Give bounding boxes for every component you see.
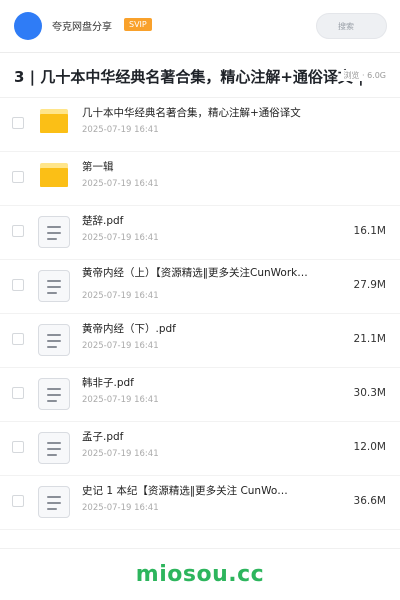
list-item[interactable]: 韩非子.pdf 2025-07-19 16:41 30.3M bbox=[0, 367, 400, 422]
file-name: 几十本中华经典名著合集，精心注解+通俗译文 bbox=[82, 107, 301, 119]
folder-icon bbox=[40, 163, 68, 187]
select-checkbox[interactable] bbox=[12, 279, 24, 291]
top-bar: 夸克网盘分享 SVIP 搜索 bbox=[0, 0, 400, 53]
select-checkbox[interactable] bbox=[12, 171, 24, 183]
file-date: 2025-07-19 16:41 bbox=[82, 125, 159, 135]
document-icon bbox=[38, 216, 70, 248]
account-name: 夸克网盘分享 bbox=[52, 22, 112, 33]
list-item[interactable]: 楚辞.pdf 2025-07-19 16:41 16.1M bbox=[0, 205, 400, 260]
document-icon bbox=[38, 270, 70, 302]
list-item[interactable]: 黄帝内经（下）.pdf 2025-07-19 16:41 21.1M bbox=[0, 313, 400, 368]
folder-meta: 浏览 · 6.0G bbox=[341, 70, 386, 81]
document-icon bbox=[38, 486, 70, 518]
file-name: 黄帝内经（下）.pdf bbox=[82, 323, 176, 335]
file-size: 21.1M bbox=[353, 333, 386, 345]
select-checkbox[interactable] bbox=[12, 333, 24, 345]
file-name: 黄帝内经（上）【资源精选‖更多关注CunWork… bbox=[82, 267, 308, 279]
file-name: 第一辑 bbox=[82, 161, 114, 173]
folder-icon bbox=[40, 109, 68, 133]
watermark: miosou.cc bbox=[135, 562, 265, 587]
list-item[interactable]: 几十本中华经典名著合集，精心注解+通俗译文 2025-07-19 16:41 bbox=[0, 97, 400, 152]
file-date: 2025-07-19 16:41 bbox=[82, 395, 159, 405]
folder-title-bar: 3 | 几十本中华经典名著合集，精心注解+通俗译文 | 浏览 · 6.0G bbox=[0, 53, 400, 98]
file-size: 36.6M bbox=[353, 495, 386, 507]
list-item[interactable]: 史记 1 本纪【资源精选‖更多关注 CunWo… 2025-07-19 16:4… bbox=[0, 475, 400, 530]
file-date: 2025-07-19 16:41 bbox=[82, 449, 159, 459]
folder-meta-views: 浏览 bbox=[343, 71, 360, 80]
select-checkbox[interactable] bbox=[12, 441, 24, 453]
document-icon bbox=[38, 324, 70, 356]
page-title: 3 | 几十本中华经典名著合集，精心注解+通俗译文 | bbox=[14, 68, 364, 86]
search-input[interactable]: 搜索 bbox=[316, 13, 387, 39]
file-size: 12.0M bbox=[353, 441, 386, 453]
document-icon bbox=[38, 378, 70, 410]
select-checkbox[interactable] bbox=[12, 387, 24, 399]
file-size: 30.3M bbox=[353, 387, 386, 399]
file-date: 2025-07-19 16:41 bbox=[82, 503, 159, 513]
file-date: 2025-07-19 16:41 bbox=[82, 233, 159, 243]
list-item[interactable]: 第一辑 2025-07-19 16:41 bbox=[0, 151, 400, 206]
select-checkbox[interactable] bbox=[12, 225, 24, 237]
divider bbox=[0, 548, 400, 549]
file-size: 27.9M bbox=[353, 279, 386, 291]
select-checkbox[interactable] bbox=[12, 495, 24, 507]
file-name: 楚辞.pdf bbox=[82, 215, 124, 227]
file-date: 2025-07-19 16:41 bbox=[82, 341, 159, 351]
select-checkbox[interactable] bbox=[12, 117, 24, 129]
document-icon bbox=[38, 432, 70, 464]
file-size: 16.1M bbox=[353, 225, 386, 237]
search-placeholder: 搜索 bbox=[338, 22, 354, 31]
svip-badge: SVIP bbox=[124, 18, 152, 31]
file-date: 2025-07-19 16:41 bbox=[82, 179, 159, 189]
file-name: 韩非子.pdf bbox=[82, 377, 134, 389]
file-name: 史记 1 本纪【资源精选‖更多关注 CunWo… bbox=[82, 485, 288, 497]
avatar[interactable] bbox=[14, 12, 42, 40]
folder-meta-size: 6.0G bbox=[367, 71, 386, 80]
file-name: 孟子.pdf bbox=[82, 431, 124, 443]
list-item[interactable]: 孟子.pdf 2025-07-19 16:41 12.0M bbox=[0, 421, 400, 476]
list-item[interactable]: 黄帝内经（上）【资源精选‖更多关注CunWork… 2025-07-19 16:… bbox=[0, 259, 400, 314]
file-date: 2025-07-19 16:41 bbox=[82, 291, 159, 301]
